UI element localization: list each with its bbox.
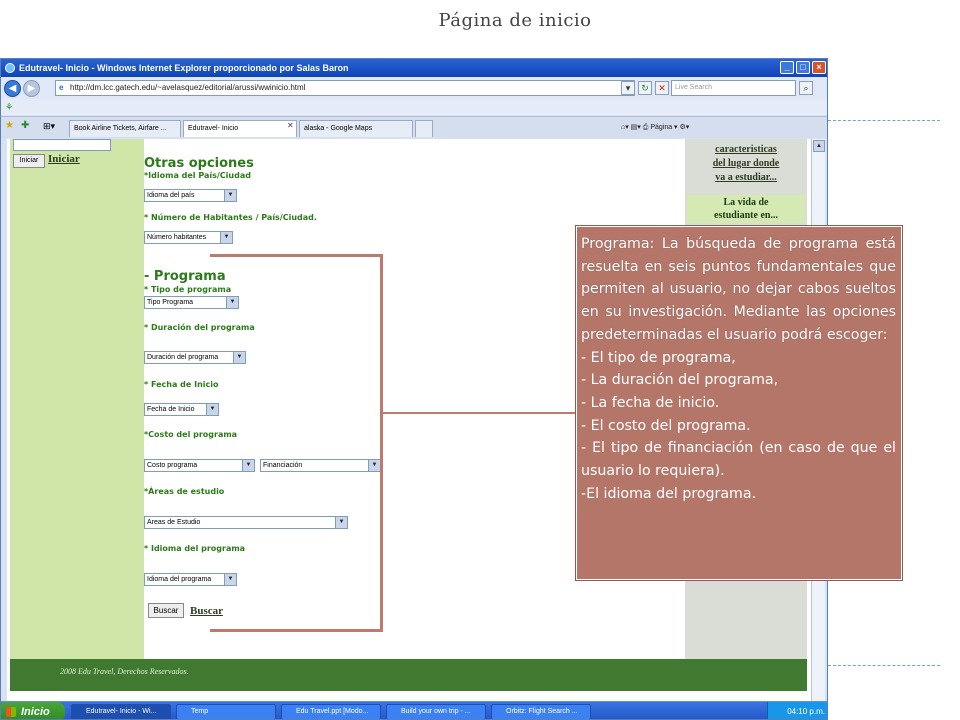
favorites-icon[interactable]: ⚘ xyxy=(5,102,13,112)
connector-top xyxy=(210,254,382,257)
annotation-item: - La duración del programa, xyxy=(581,372,779,389)
taskbar-item-temp[interactable]: Temp xyxy=(176,704,276,719)
maximize-button[interactable]: □ xyxy=(796,61,810,74)
costo-select[interactable]: Costo programa xyxy=(144,459,255,472)
dashed-divider-top xyxy=(828,120,940,121)
buscar-link[interactable]: Buscar xyxy=(190,605,223,617)
annotation-paragraph: Programa: La búsqueda de programa está r… xyxy=(581,236,896,343)
areas-select[interactable]: Areas de Estudio xyxy=(144,516,348,529)
refresh-icon[interactable]: ↻ xyxy=(638,81,652,95)
system-tray-clock: 04:10 p.m. xyxy=(767,702,827,719)
idioma-pais-select[interactable]: Idioma del país xyxy=(144,189,237,202)
stop-icon[interactable]: ✕ xyxy=(655,81,669,95)
url-input[interactable]: http://dm.lcc.gatech.edu/~avelasquez/edi… xyxy=(55,80,635,96)
otras-opciones-heading: Otras opciones xyxy=(144,156,254,171)
right-link-line-2[interactable]: del lugar donde xyxy=(685,157,807,171)
close-tab-icon[interactable]: ✕ xyxy=(287,121,294,130)
taskbar-item-build-trip[interactable]: Build your own trip - ... xyxy=(386,704,486,719)
idioma-pais-label: *Idioma del País/Ciudad xyxy=(144,171,251,180)
iniciar-link[interactable]: Iniciar xyxy=(48,153,80,165)
ie-logo-icon xyxy=(5,63,15,73)
favorites-star-icon[interactable]: ★ xyxy=(5,120,14,131)
taskbar-item-orbitz[interactable]: Orbitz: Flight Search ... xyxy=(491,704,591,719)
minimize-button[interactable]: _ xyxy=(780,61,794,74)
programa-heading: - Programa xyxy=(144,269,226,284)
address-bar-row: ◀ ▶ http://dm.lcc.gatech.edu/~avelasquez… xyxy=(1,77,827,99)
search-icon[interactable]: ⌕ xyxy=(799,81,813,95)
tab-airline-tickets[interactable]: Book Airline Tickets, Airfare ... xyxy=(69,120,181,137)
tab-bar: ★ ✚ ⊞▾ Book Airline Tickets, Airfare ...… xyxy=(1,116,827,138)
tipo-programa-label: * Tipo de programa xyxy=(144,285,232,294)
annotation-item: - El tipo de programa, xyxy=(581,349,736,366)
back-arrow-icon[interactable]: ◀ xyxy=(4,79,21,97)
forward-arrow-icon[interactable]: ▶ xyxy=(23,79,40,97)
taskbar-item-edutravel[interactable]: Edutravel- Inicio - Wi... xyxy=(71,704,171,719)
tab-google-maps[interactable]: alaska - Google Maps xyxy=(299,120,413,137)
tipo-programa-select[interactable]: Tipo Programa xyxy=(144,296,239,309)
habitantes-select[interactable]: Número habitantes xyxy=(144,231,233,244)
vida-line-1: La vida de xyxy=(723,197,769,208)
annotation-item: - La fecha de inicio. xyxy=(581,394,720,411)
scroll-up-icon[interactable]: ▲ xyxy=(813,140,825,152)
habitantes-label: * Número de Habitantes / País/Ciudad. xyxy=(144,213,317,222)
duracion-select[interactable]: Duración del programa xyxy=(144,351,246,364)
annotation-item: - El costo del programa. xyxy=(581,417,751,434)
links-bar: ⚘ xyxy=(1,99,827,115)
annotation-box: Programa: La búsqueda de programa está r… xyxy=(575,225,903,581)
annotation-item: -El idioma del programa. xyxy=(581,485,757,502)
fecha-label: * Fecha de Inicio xyxy=(144,380,219,389)
idioma-programa-label: * Idioma del programa xyxy=(144,544,246,553)
duracion-label: * Duración del programa xyxy=(144,323,255,332)
areas-label: *Áreas de estudio xyxy=(144,487,225,496)
annotation-item: - El tipo de financiación (en caso de qu… xyxy=(581,440,896,480)
tab-list-icon[interactable]: ⊞▾ xyxy=(43,121,55,132)
left-sidebar: Iniciar Iniciar xyxy=(10,139,144,659)
vida-estudiante-box[interactable]: La vida de estudiante en... xyxy=(687,195,805,223)
financiacion-select[interactable]: Financiación xyxy=(260,459,381,472)
window-titlebar: Edutravel- Inicio - Windows Internet Exp… xyxy=(1,59,827,77)
right-link-line-1[interactable]: caracteristicas xyxy=(685,143,807,157)
vida-line-2: estudiante en... xyxy=(714,210,778,221)
connector-bottom xyxy=(210,629,382,632)
url-dropdown-icon[interactable]: ▾ xyxy=(621,81,635,95)
windows-taskbar: Inicio Edutravel- Inicio - Wi... Temp Ed… xyxy=(1,701,827,719)
connector-to-annotation xyxy=(382,412,578,414)
new-tab-button[interactable] xyxy=(415,120,433,137)
window-title: Edutravel- Inicio - Windows Internet Exp… xyxy=(19,63,349,73)
right-link-line-3[interactable]: va a estudiar... xyxy=(685,171,807,185)
toolbar-commands[interactable]: ⌂▾ ▤▾ ⎙ Página ▾ ⚙▾ xyxy=(621,121,689,135)
taskbar-item-ppt[interactable]: Edu Travel.ppt [Modo... xyxy=(281,704,381,719)
search-input[interactable]: Live Search xyxy=(671,80,796,96)
footer-copyright: 2008 Edu Travel, Derechos Reservados. xyxy=(60,667,189,676)
costo-label: *Costo del programa xyxy=(144,430,238,439)
sidebar-search-input[interactable] xyxy=(13,139,111,151)
close-button[interactable]: × xyxy=(812,61,826,74)
connector-vertical xyxy=(380,254,383,632)
iniciar-button[interactable]: Iniciar xyxy=(13,154,45,168)
buscar-button[interactable]: Buscar xyxy=(148,603,184,618)
fecha-select[interactable]: Fecha de Inicio xyxy=(144,403,219,416)
dashed-divider-bottom xyxy=(828,665,940,666)
page-footer: 2008 Edu Travel, Derechos Reservados. xyxy=(10,659,807,691)
idioma-programa-select[interactable]: Idioma del programa xyxy=(144,573,237,586)
slide-title: Página de inicio xyxy=(438,10,592,31)
add-favorites-icon[interactable]: ✚ xyxy=(21,120,29,131)
tab-edutravel[interactable]: Edutravel- Inicio xyxy=(183,120,297,137)
start-button[interactable]: Inicio xyxy=(1,702,65,719)
